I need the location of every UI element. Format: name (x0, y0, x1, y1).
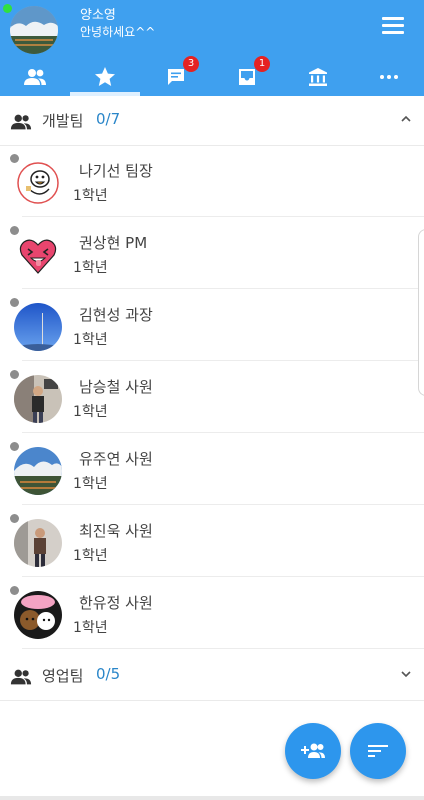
bank-icon (309, 68, 327, 86)
member-name: 한유정 사원 (79, 594, 153, 612)
group-icon (10, 114, 32, 130)
group-online-count: 0/7 (96, 110, 121, 128)
tab-favorites[interactable] (70, 58, 140, 96)
member-name: 김현성 과장 (79, 306, 153, 324)
my-profile-avatar[interactable] (10, 6, 58, 54)
member-grade: 1학년 (73, 620, 108, 636)
hamburger-menu-icon[interactable] (380, 14, 406, 38)
member-row[interactable]: 최진욱 사원 1학년 (0, 505, 424, 577)
member-row[interactable]: 유주연 사원 1학년 (0, 433, 424, 505)
member-name: 유주연 사원 (79, 450, 153, 468)
group-name: 개발팀 (42, 112, 84, 130)
tab-bar: 3 1 (0, 56, 424, 96)
active-tab-indicator (70, 92, 140, 96)
group-online-count: 0/5 (96, 665, 121, 683)
inbox-icon (239, 69, 255, 85)
my-status-message[interactable]: 안녕하세요^^ (80, 23, 155, 40)
member-avatar (14, 303, 62, 351)
chevron-down-icon[interactable] (400, 669, 412, 679)
chat-icon (168, 69, 184, 85)
chat-unread-badge: 3 (183, 56, 199, 72)
member-row[interactable]: 남승철 사원 1학년 (0, 361, 424, 433)
group-name: 영업팀 (42, 667, 84, 685)
tab-chats[interactable]: 3 (141, 56, 211, 96)
edge-panel-handle[interactable] (418, 229, 424, 396)
member-grade: 1학년 (73, 548, 108, 564)
member-avatar (14, 447, 62, 495)
member-grade: 1학년 (73, 332, 108, 348)
app-header: 양소영 안녕하세요^^ 3 1 (0, 0, 424, 96)
member-avatar (14, 375, 62, 423)
my-profile-name[interactable]: 양소영 (80, 4, 116, 23)
tab-inbox[interactable]: 1 (212, 56, 282, 96)
member-avatar (14, 519, 62, 567)
member-row[interactable]: 나기선 팀장 1학년 (0, 145, 424, 217)
tab-institution[interactable] (283, 58, 353, 96)
member-grade: 1학년 (73, 260, 108, 276)
offline-status-dot (10, 370, 19, 379)
member-avatar (14, 591, 62, 639)
online-status-dot (3, 4, 12, 13)
offline-status-dot (10, 586, 19, 595)
add-friend-button[interactable] (285, 723, 341, 779)
friends-icon (24, 69, 46, 85)
member-row[interactable]: 김현성 과장 1학년 (0, 289, 424, 361)
member-grade: 1학년 (73, 404, 108, 420)
offline-status-dot (10, 442, 19, 451)
member-avatar (14, 159, 62, 207)
star-icon (95, 67, 115, 86)
more-icon (380, 75, 398, 79)
member-name: 나기선 팀장 (79, 162, 153, 180)
group-icon (10, 669, 32, 685)
chevron-up-icon[interactable] (400, 114, 412, 124)
offline-status-dot (10, 226, 19, 235)
add-friend-icon (301, 743, 325, 758)
offline-status-dot (10, 298, 19, 307)
group-header-dev-team[interactable]: 개발팀 0/7 (0, 97, 424, 146)
member-name: 최진욱 사원 (79, 522, 153, 540)
group-header-sales-team[interactable]: 영업팀 0/5 (0, 652, 424, 701)
bottom-edge (0, 796, 424, 800)
sort-button[interactable] (350, 723, 406, 779)
offline-status-dot (10, 514, 19, 523)
member-row[interactable]: 한유정 사원 1학년 (0, 577, 424, 649)
member-avatar (14, 231, 62, 279)
member-grade: 1학년 (73, 188, 108, 204)
row-divider (22, 648, 424, 649)
offline-status-dot (10, 154, 19, 163)
sort-icon (368, 745, 388, 757)
member-row[interactable]: 권상현 PM 1학년 (0, 217, 424, 289)
tab-friends[interactable] (0, 58, 70, 96)
tab-more[interactable] (354, 58, 424, 96)
member-grade: 1학년 (73, 476, 108, 492)
member-name: 남승철 사원 (79, 378, 153, 396)
member-name: 권상현 PM (79, 234, 148, 252)
inbox-unread-badge: 1 (254, 56, 270, 72)
